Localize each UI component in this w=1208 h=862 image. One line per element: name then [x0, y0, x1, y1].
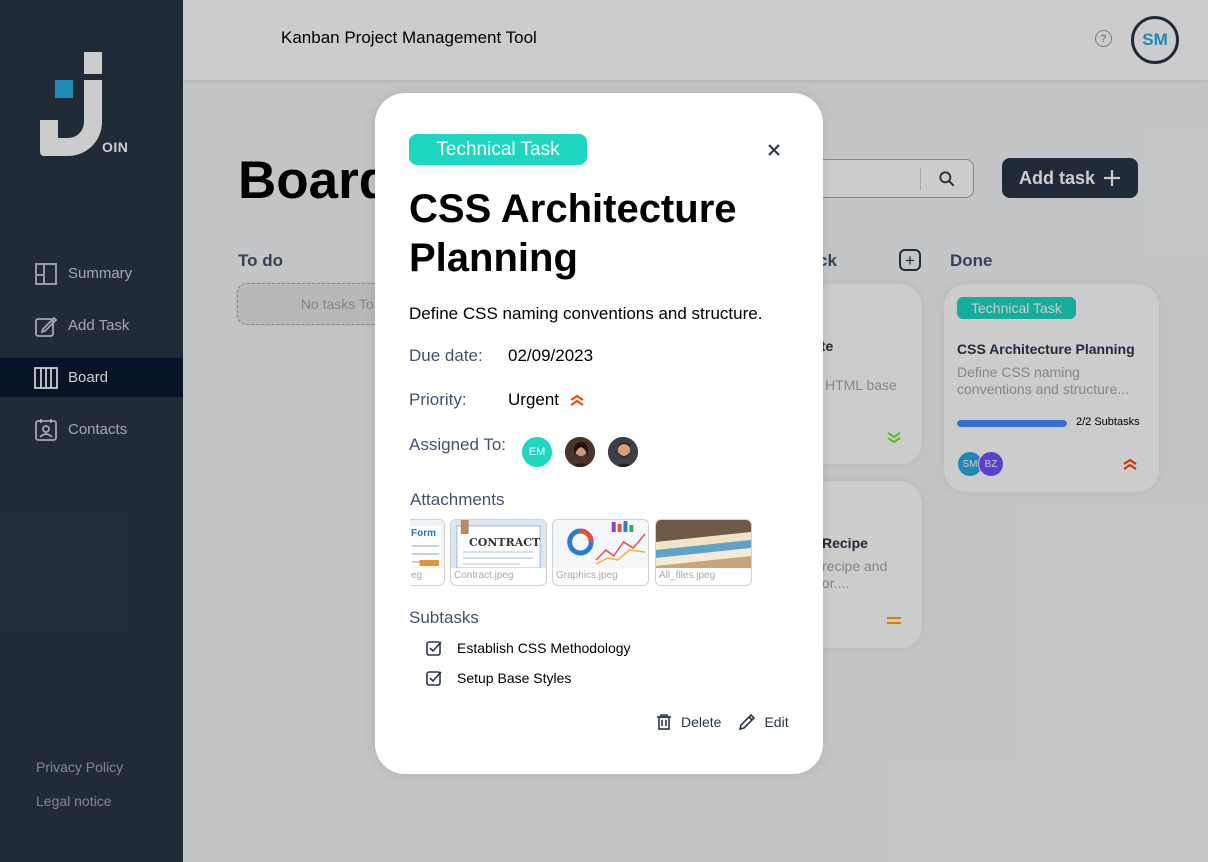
checkbox-checked-icon[interactable] — [426, 640, 442, 656]
attachment-thumbnail[interactable]: Form eg — [410, 519, 445, 586]
task-title: CSS Architecture Planning — [409, 187, 737, 281]
priority-value: Urgent — [508, 390, 585, 410]
priority-label: Priority: — [409, 390, 467, 409]
trash-icon — [657, 714, 671, 730]
attachment-thumbnail[interactable]: CONTRACT Contract.jpeg — [450, 519, 547, 586]
subtask-item: Establish CSS Methodology — [426, 640, 631, 656]
assigned-to-label: Assigned To: — [409, 435, 507, 454]
due-date-label: Due date: — [409, 346, 483, 365]
pencil-icon — [739, 713, 756, 731]
attachment-thumbnail[interactable]: All_files.jpeg — [655, 519, 752, 586]
task-description: Define CSS naming conventions and struct… — [409, 304, 763, 323]
close-icon[interactable] — [763, 139, 785, 161]
checkbox-checked-icon[interactable] — [426, 670, 442, 686]
attachments-label: Attachments — [410, 490, 505, 509]
priority-urgent-icon — [570, 394, 584, 406]
edit-button[interactable]: Edit — [738, 713, 789, 731]
attachments-list: Form eg CONTRACT Contract.jpeg Graphics.… — [410, 519, 756, 587]
subtasks-label: Subtasks — [409, 608, 479, 627]
avatar-photo — [607, 436, 639, 468]
attachment-thumbnail[interactable]: Graphics.jpeg — [552, 519, 649, 586]
delete-button[interactable]: Delete — [655, 713, 721, 731]
due-date-value: 02/09/2023 — [508, 346, 594, 365]
avatar-photo — [564, 436, 596, 468]
task-detail-modal: Technical Task CSS Architecture Planning… — [375, 93, 823, 774]
avatar: EM — [521, 436, 553, 468]
modal-actions: Delete Edit — [655, 713, 789, 731]
subtask-item: Setup Base Styles — [426, 670, 571, 686]
category-badge: Technical Task — [409, 134, 587, 165]
